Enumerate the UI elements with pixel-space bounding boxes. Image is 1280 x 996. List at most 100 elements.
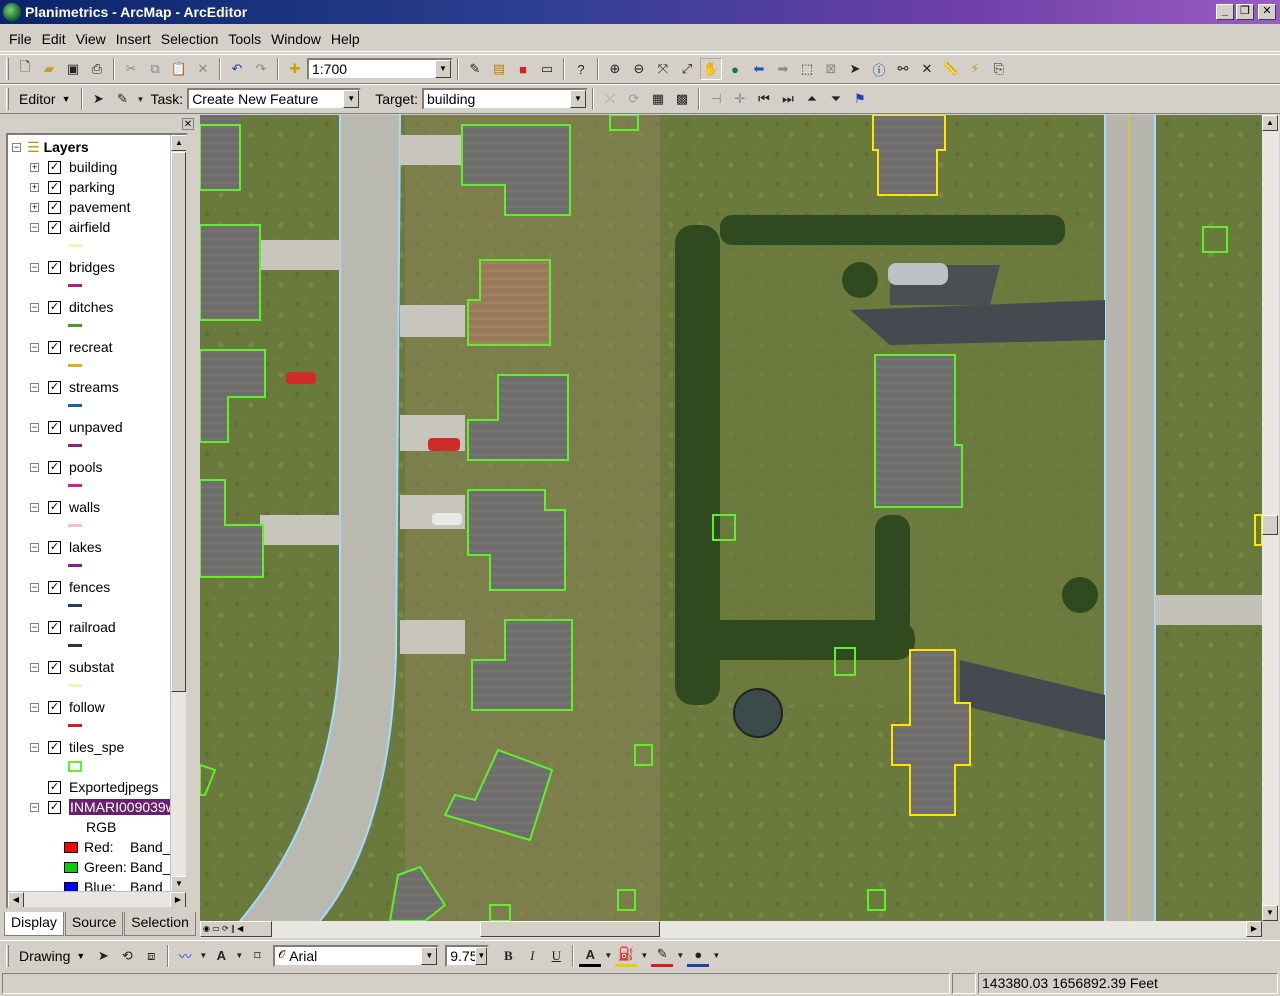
toolbar-grip[interactable] bbox=[6, 58, 9, 80]
layer-row-follow[interactable]: − ✓ follow bbox=[30, 697, 105, 717]
menu-tools[interactable]: Tools bbox=[223, 31, 266, 47]
map-horizontal-scrollbar[interactable]: ◉ ▭ ⟳ ∥ ◀ ▶ bbox=[200, 921, 1262, 938]
collapse-icon[interactable]: − bbox=[30, 662, 39, 672]
layer-visibility-checkbox[interactable]: ✓ bbox=[48, 740, 61, 754]
layer-row-unpaved[interactable]: − ✓ unpaved bbox=[30, 417, 123, 437]
menu-insert[interactable]: Insert bbox=[111, 31, 156, 47]
layer-row-walls[interactable]: − ✓ walls bbox=[30, 497, 100, 517]
layer-visibility-checkbox[interactable]: ✓ bbox=[48, 420, 61, 434]
topology-icon[interactable]: ✛ bbox=[729, 88, 751, 110]
layer-name[interactable]: pools bbox=[69, 459, 102, 475]
italic-button[interactable]: I bbox=[521, 945, 543, 967]
scroll-right-icon[interactable]: ▶ bbox=[1246, 921, 1262, 937]
layer-name[interactable]: railroad bbox=[69, 619, 116, 635]
add-data-icon[interactable]: ✚ bbox=[284, 58, 306, 80]
select-features-icon[interactable]: ⬚ bbox=[796, 58, 818, 80]
collapse-icon[interactable]: − bbox=[30, 742, 39, 752]
new-text-icon[interactable]: A bbox=[210, 945, 232, 967]
line-symbol[interactable] bbox=[68, 644, 82, 647]
next-record-icon[interactable]: ⏭ bbox=[777, 88, 799, 110]
layer-row-tiles_spe[interactable]: − ✓ tiles_spe bbox=[30, 737, 124, 757]
layer-visibility-checkbox[interactable]: ✓ bbox=[48, 260, 61, 274]
task-combo[interactable]: Create New Feature ▼ bbox=[187, 88, 362, 110]
scroll-thumb[interactable] bbox=[1262, 515, 1278, 535]
collapse-icon[interactable]: − bbox=[30, 502, 39, 512]
new-document-icon[interactable]: 🗋 bbox=[14, 58, 36, 80]
copy-icon[interactable]: ⧉ bbox=[144, 58, 166, 80]
undo-icon[interactable]: ↶ bbox=[226, 58, 248, 80]
map-display[interactable] bbox=[200, 115, 1262, 921]
chevron-down-icon[interactable]: ▼ bbox=[198, 945, 208, 967]
rotate-tool-icon[interactable]: ⟳ bbox=[623, 88, 645, 110]
attribute-transfer-icon[interactable]: ⚑ bbox=[849, 88, 871, 110]
menu-window[interactable]: Window bbox=[266, 31, 326, 47]
chevron-down-icon[interactable]: ▼ bbox=[603, 945, 613, 967]
line-symbol[interactable] bbox=[68, 244, 82, 247]
measure-icon[interactable]: 📏 bbox=[940, 58, 962, 80]
layer-name[interactable]: tiles_spe bbox=[69, 739, 124, 755]
tab-display[interactable]: Display bbox=[4, 912, 64, 936]
layer-row-bridges[interactable]: − ✓ bridges bbox=[30, 257, 115, 277]
open-folder-icon[interactable]: ▰ bbox=[38, 58, 60, 80]
layer-visibility-checkbox[interactable]: ✓ bbox=[48, 660, 61, 674]
clear-selection-icon[interactable]: ⊠ bbox=[820, 58, 842, 80]
select-elements-arrow-icon[interactable]: ➤ bbox=[92, 945, 114, 967]
collapse-icon[interactable]: − bbox=[30, 542, 39, 552]
collapse-icon[interactable]: − bbox=[30, 382, 39, 392]
whats-this-help-icon[interactable]: ? bbox=[570, 58, 592, 80]
attributes-icon[interactable]: ▦ bbox=[647, 88, 669, 110]
toc-horizontal-scrollbar[interactable]: ◀ ▶ bbox=[8, 891, 186, 907]
layer-name[interactable]: unpaved bbox=[69, 419, 123, 435]
layer-row-inmari009039w[interactable]: − ✓ INMARI009039w bbox=[30, 797, 177, 817]
band-color-swatch[interactable] bbox=[64, 841, 78, 853]
marker-color-icon[interactable]: ● bbox=[687, 945, 710, 967]
redo-icon[interactable]: ↷ bbox=[250, 58, 272, 80]
minimize-button[interactable]: _ bbox=[1216, 4, 1234, 20]
scroll-up-icon[interactable]: ▲ bbox=[171, 135, 186, 151]
layer-name[interactable]: building bbox=[69, 159, 117, 175]
chevron-down-icon[interactable]: ▼ bbox=[570, 90, 586, 108]
collapse-icon[interactable]: − bbox=[30, 342, 39, 352]
collapse-icon[interactable]: − bbox=[30, 422, 39, 432]
line-symbol[interactable] bbox=[68, 564, 82, 567]
scroll-thumb[interactable] bbox=[171, 152, 186, 692]
restore-button[interactable]: ❐ bbox=[1236, 4, 1254, 20]
save-icon[interactable]: ▣ bbox=[62, 58, 84, 80]
collapse-icon[interactable]: − bbox=[30, 262, 39, 272]
line-symbol[interactable] bbox=[68, 684, 82, 687]
zoom-to-selected-icon[interactable]: ⧈ bbox=[140, 945, 162, 967]
line-symbol[interactable] bbox=[68, 364, 82, 367]
arccatalog-icon[interactable]: ▤ bbox=[488, 58, 510, 80]
layer-row-airfield[interactable]: − ✓ airfield bbox=[30, 217, 110, 237]
chevron-down-icon[interactable]: ▼ bbox=[675, 945, 685, 967]
layer-visibility-checkbox[interactable]: ✓ bbox=[48, 540, 61, 554]
collapse-icon[interactable]: − bbox=[30, 702, 39, 712]
chevron-down-icon[interactable]: ▼ bbox=[639, 945, 649, 967]
line-symbol[interactable] bbox=[68, 524, 82, 527]
layer-name[interactable]: INMARI009039w bbox=[69, 799, 177, 815]
chevron-down-icon[interactable]: ▼ bbox=[475, 946, 488, 965]
new-line-icon[interactable]: 〰 bbox=[174, 945, 196, 967]
chevron-down-icon[interactable]: ▼ bbox=[435, 60, 451, 78]
fixed-zoom-in-icon[interactable]: ⤧ bbox=[652, 58, 674, 80]
advanced-edit-icon[interactable]: ⊣ bbox=[705, 88, 727, 110]
editor-toolbar-icon[interactable]: ✎ bbox=[464, 58, 486, 80]
collapse-icon[interactable]: − bbox=[30, 802, 39, 812]
collapse-icon[interactable]: − bbox=[30, 222, 39, 232]
zoom-in-icon[interactable]: ⊕ bbox=[604, 58, 626, 80]
band-row[interactable]: Green: Band_ bbox=[64, 857, 170, 877]
scroll-down-icon[interactable]: ▼ bbox=[171, 876, 186, 892]
scroll-thumb[interactable] bbox=[480, 921, 660, 937]
go-to-xy-icon[interactable]: ✕ bbox=[916, 58, 938, 80]
layer-name[interactable]: parking bbox=[69, 179, 115, 195]
layer-visibility-checkbox[interactable]: ✓ bbox=[48, 620, 61, 634]
layer-visibility-checkbox[interactable]: ✓ bbox=[48, 500, 61, 514]
line-symbol[interactable] bbox=[68, 284, 82, 287]
chevron-down-icon[interactable]: ▼ bbox=[421, 946, 438, 965]
sketch-tool-pencil-icon[interactable]: ✎ bbox=[112, 88, 134, 110]
band-row[interactable]: Red: Band_ bbox=[64, 837, 170, 857]
layer-visibility-checkbox[interactable]: ✓ bbox=[48, 780, 61, 794]
line-symbol[interactable] bbox=[68, 324, 82, 327]
font-combo[interactable]: 𝒪 Arial ▼ bbox=[273, 944, 440, 967]
underline-button[interactable]: U bbox=[545, 945, 567, 967]
